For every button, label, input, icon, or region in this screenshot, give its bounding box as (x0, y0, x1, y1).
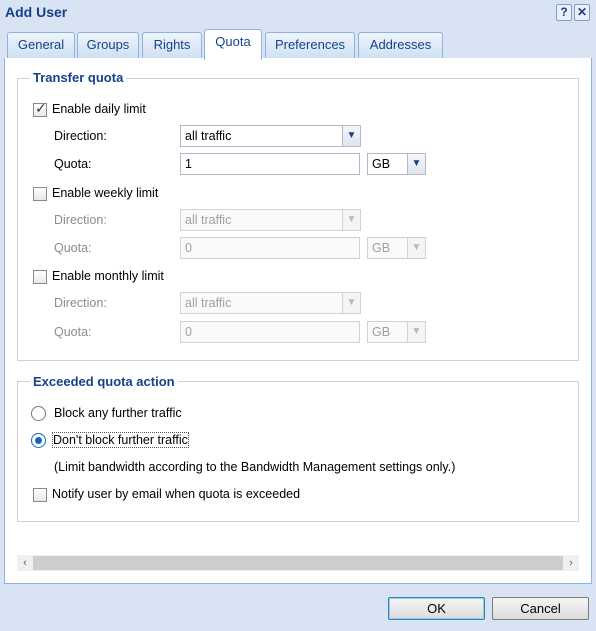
daily-direction-label: Direction: (54, 129, 107, 143)
close-icon[interactable]: ✕ (574, 4, 590, 21)
ok-button[interactable]: OK (388, 597, 485, 620)
chevron-down-icon[interactable]: ▼ (343, 125, 361, 147)
transfer-quota-title: Transfer quota (30, 70, 127, 85)
chevron-down-icon[interactable]: ▼ (408, 237, 426, 259)
tab-groups[interactable]: Groups (77, 32, 139, 59)
weekly-limit-checkbox[interactable] (33, 187, 47, 201)
daily-quota-label: Quota: (54, 157, 92, 171)
chevron-down-icon[interactable]: ▼ (343, 292, 361, 314)
block-traffic-label[interactable]: Block any further traffic (54, 406, 182, 420)
daily-limit-label[interactable]: Enable daily limit (52, 102, 146, 116)
exceeded-action-title: Exceeded quota action (30, 374, 178, 389)
help-icon[interactable]: ? (556, 4, 572, 21)
notify-email-checkbox[interactable] (33, 488, 47, 502)
weekly-direction-combo[interactable]: all traffic (180, 209, 343, 231)
tab-addresses[interactable]: Addresses (358, 32, 443, 59)
weekly-quota-input[interactable]: 0 (180, 237, 360, 259)
daily-direction-combo[interactable]: all traffic (180, 125, 343, 147)
daily-quota-input[interactable]: 1 (180, 153, 360, 175)
weekly-limit-label[interactable]: Enable weekly limit (52, 186, 158, 200)
tab-preferences[interactable]: Preferences (265, 32, 355, 59)
cancel-button[interactable]: Cancel (492, 597, 589, 620)
chevron-down-icon[interactable]: ▼ (343, 209, 361, 231)
block-traffic-radio[interactable] (31, 406, 46, 421)
tab-general[interactable]: General (7, 32, 75, 59)
weekly-unit-combo[interactable]: GB (367, 237, 408, 259)
tab-rights[interactable]: Rights (142, 32, 202, 59)
tab-quota[interactable]: Quota (204, 29, 262, 60)
monthly-quota-label: Quota: (54, 325, 92, 339)
scroll-thumb[interactable] (33, 556, 563, 570)
dont-block-note: (Limit bandwidth according to the Bandwi… (54, 460, 456, 474)
dont-block-traffic-label[interactable]: Don't block further traffic (52, 432, 189, 448)
dialog-titlebar (0, 0, 596, 26)
weekly-quota-label: Quota: (54, 241, 92, 255)
dialog-title: Add User (5, 4, 68, 20)
weekly-direction-label: Direction: (54, 213, 107, 227)
horizontal-scrollbar[interactable]: ‹ › (17, 555, 579, 571)
monthly-unit-combo[interactable]: GB (367, 321, 408, 343)
monthly-quota-input[interactable]: 0 (180, 321, 360, 343)
scroll-left-icon[interactable]: ‹ (17, 555, 33, 571)
scroll-right-icon[interactable]: › (563, 555, 579, 571)
daily-limit-checkbox[interactable] (33, 101, 47, 117)
tab-strip: General Groups Rights Quota Preferences … (0, 26, 596, 60)
dont-block-traffic-radio[interactable] (31, 433, 46, 448)
monthly-limit-checkbox[interactable] (33, 270, 47, 284)
daily-unit-combo[interactable]: GB (367, 153, 408, 175)
chevron-down-icon[interactable]: ▼ (408, 153, 426, 175)
monthly-direction-combo[interactable]: all traffic (180, 292, 343, 314)
chevron-down-icon[interactable]: ▼ (408, 321, 426, 343)
notify-email-label[interactable]: Notify user by email when quota is excee… (52, 487, 300, 501)
monthly-limit-label[interactable]: Enable monthly limit (52, 269, 164, 283)
monthly-direction-label: Direction: (54, 296, 107, 310)
